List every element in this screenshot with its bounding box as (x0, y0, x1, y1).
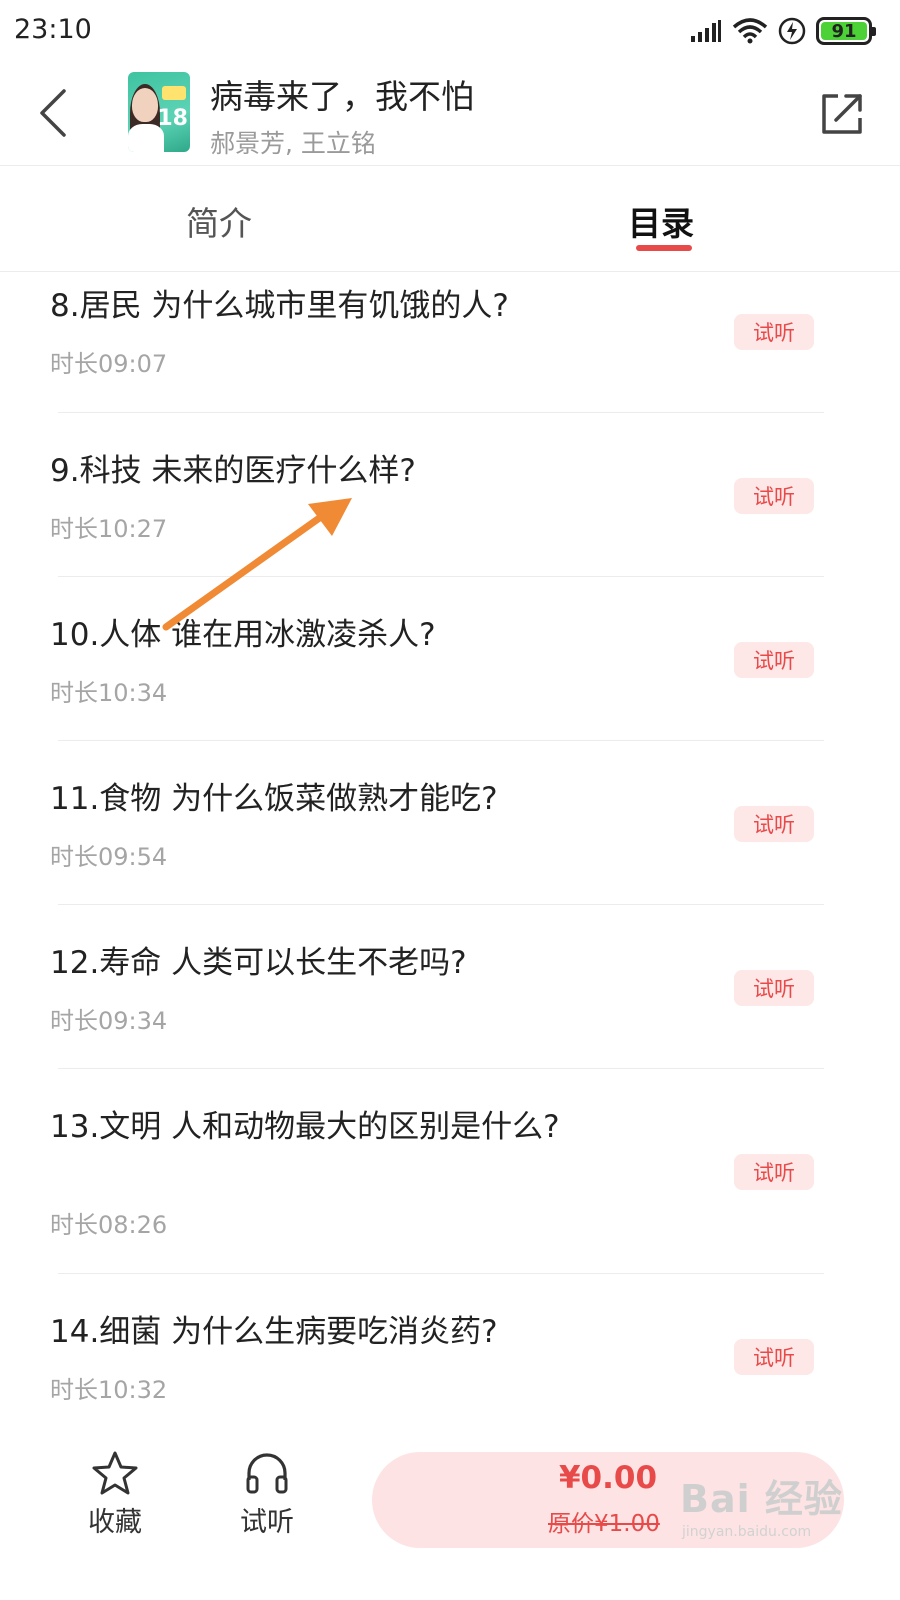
trial-badge[interactable]: 试听 (734, 314, 814, 350)
episode-title: 14.细菌 为什么生病要吃消炎药? (50, 1314, 498, 1350)
tab-catalog[interactable]: 目录 (628, 197, 694, 245)
share-icon (822, 94, 862, 134)
episode-title: 9.科技 未来的医疗什么样? (50, 453, 416, 489)
battery-level: 91 (831, 20, 857, 42)
episode-duration: 时长09:07 (50, 350, 168, 378)
episode-list: 8.居民 为什么城市里有饥饿的人? 时长09:07 试听 9.科技 未来的医疗什… (0, 272, 900, 1424)
trial-badge[interactable]: 试听 (734, 970, 814, 1006)
cover-face (132, 88, 158, 122)
episode-title: 11.食物 为什么饭菜做熟才能吃? (50, 781, 498, 817)
status-icons: 91 (690, 14, 876, 48)
episode-duration: 时长08:26 (50, 1211, 168, 1239)
episode-duration: 时长09:54 (50, 843, 168, 871)
episode-title: 8.居民 为什么城市里有饥饿的人? (50, 288, 509, 324)
signal-icon (691, 20, 721, 42)
episode-duration: 时长10:27 (50, 515, 168, 543)
battery-indicator: 91 (816, 17, 876, 45)
trial-badge[interactable]: 试听 (734, 478, 814, 514)
tab-active-indicator (636, 245, 692, 251)
cover-number: 18 (157, 106, 188, 131)
episode-duration: 时长10:32 (50, 1376, 168, 1404)
episode-duration: 时长10:34 (50, 679, 168, 707)
list-item[interactable]: 8.居民 为什么城市里有饥饿的人? 时长09:07 试听 (0, 272, 900, 413)
headphones-icon (246, 1453, 288, 1494)
episode-duration: 时长09:34 (50, 1007, 168, 1035)
wifi-icon (732, 18, 768, 44)
star-icon (92, 1451, 138, 1495)
chevron-left-icon (40, 89, 66, 137)
episode-title: 12.寿命 人类可以长生不老吗? (50, 945, 467, 981)
episode-title: 13.文明 人和动物最大的区别是什么? (50, 1109, 560, 1145)
cover-tag (162, 86, 186, 100)
trial-badge[interactable]: 试听 (734, 1339, 814, 1375)
album-cover[interactable]: 18 (128, 72, 190, 152)
watermark-logo: Bai 经验 (680, 1477, 843, 1521)
charging-icon (778, 17, 806, 45)
list-item[interactable]: 11.食物 为什么饭菜做熟才能吃? 时长09:54 试听 (0, 741, 900, 905)
list-item[interactable]: 14.细菌 为什么生病要吃消炎药? 时长10:32 试听 (0, 1274, 900, 1424)
list-item[interactable]: 13.文明 人和动物最大的区别是什么? 时长08:26 试听 (0, 1069, 900, 1274)
status-bar: 23:10 91 (0, 0, 900, 62)
trial-label: 试听 (240, 1507, 294, 1538)
trial-badge[interactable]: 试听 (734, 806, 814, 842)
status-time: 23:10 (14, 14, 92, 45)
trial-badge[interactable]: 试听 (734, 642, 814, 678)
header: 18 病毒来了，我不怕 郝景芳, 王立铭 (0, 62, 900, 166)
tab-intro[interactable]: 简介 (186, 197, 252, 245)
back-button[interactable] (30, 82, 76, 144)
watermark: Bai 经验 jingyan.baidu.com (672, 1468, 872, 1554)
trial-listen-button[interactable]: 试听 (212, 1450, 322, 1539)
list-item[interactable]: 12.寿命 人类可以长生不老吗? 时长09:34 试听 (0, 905, 900, 1069)
episode-title: 10.人体 谁在用冰激凌杀人? (50, 617, 436, 653)
list-item[interactable]: 10.人体 谁在用冰激凌杀人? 时长10:34 试听 (0, 577, 900, 741)
original-price: 原价¥1.00 (548, 1511, 660, 1537)
tab-bar: 简介 目录 (0, 167, 900, 272)
page-title: 病毒来了，我不怕 (210, 77, 474, 116)
favorite-button[interactable]: 收藏 (60, 1450, 170, 1539)
authors: 郝景芳, 王立铭 (210, 129, 376, 158)
favorite-label: 收藏 (88, 1507, 142, 1538)
trial-badge[interactable]: 试听 (734, 1154, 814, 1190)
list-item[interactable]: 9.科技 未来的医疗什么样? 时长10:27 试听 (0, 413, 900, 577)
share-button[interactable] (812, 84, 872, 144)
watermark-url: jingyan.baidu.com (682, 1524, 812, 1540)
